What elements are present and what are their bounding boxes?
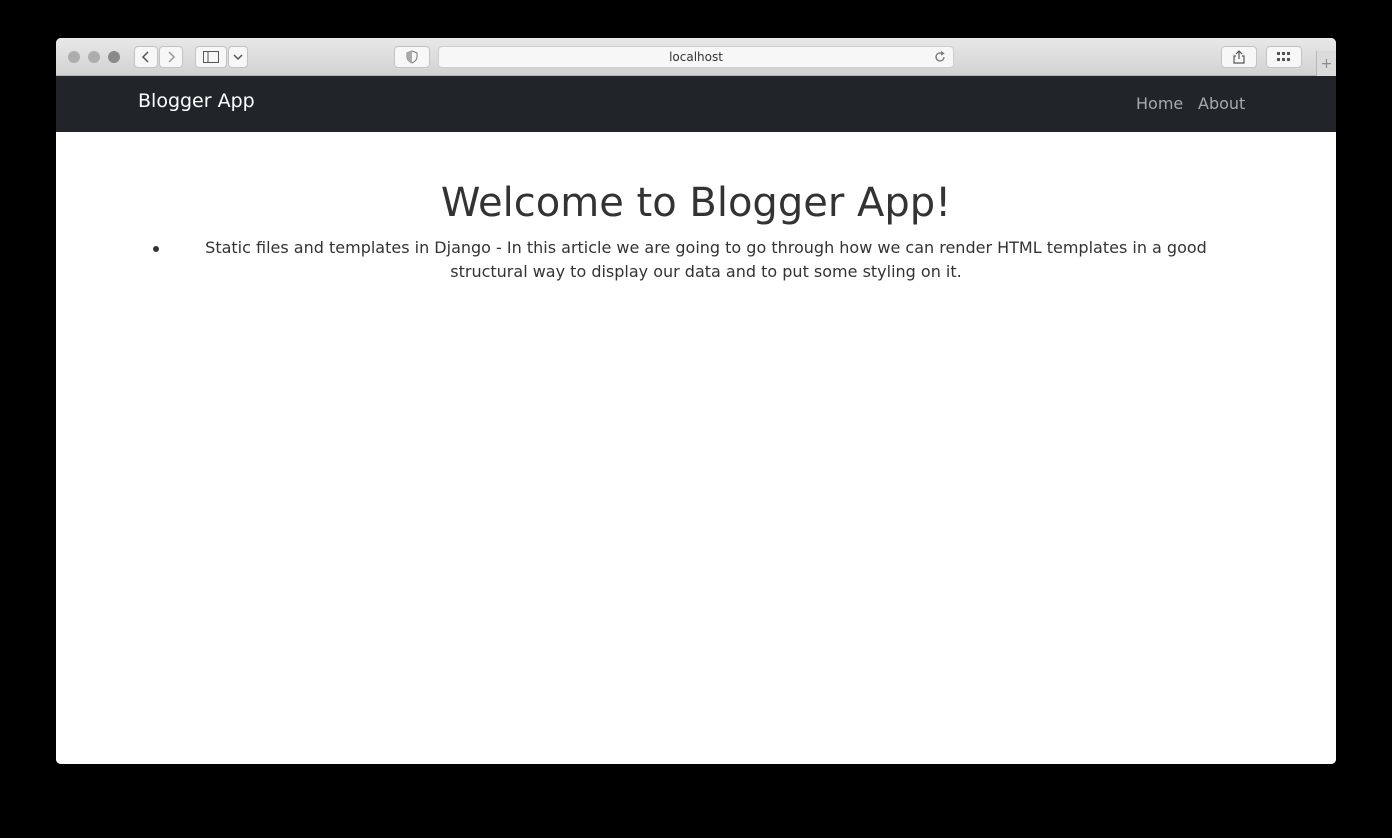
chevron-right-icon xyxy=(168,51,176,63)
nav-link-home[interactable]: Home xyxy=(1136,94,1183,113)
chevron-left-icon xyxy=(141,51,149,63)
sidebar-menu-button[interactable] xyxy=(228,46,248,68)
main-content: Welcome to Blogger App! Static files and… xyxy=(56,132,1336,764)
address-bar[interactable]: localhost xyxy=(438,46,954,68)
shield-icon xyxy=(406,50,418,64)
article-text: Static files and templates in Django - I… xyxy=(205,238,1207,281)
sidebar-toggle-button[interactable] xyxy=(195,46,227,68)
maximize-window-button[interactable] xyxy=(108,51,120,63)
url-text: localhost xyxy=(669,50,723,64)
reload-icon[interactable] xyxy=(933,50,947,64)
forward-button[interactable] xyxy=(159,46,183,68)
browser-toolbar: localhost + xyxy=(56,38,1336,76)
browser-window: localhost + Blogger App Home About Welco… xyxy=(56,38,1336,764)
close-window-button[interactable] xyxy=(68,51,80,63)
navbar-brand[interactable]: Blogger App xyxy=(138,90,255,112)
plus-icon: + xyxy=(1320,55,1333,72)
sidebar-icon xyxy=(203,51,219,63)
tab-overview-button[interactable] xyxy=(1266,46,1302,68)
list-item: Static files and templates in Django - I… xyxy=(146,236,1266,284)
privacy-shield-button[interactable] xyxy=(394,46,430,68)
grid-icon xyxy=(1277,52,1290,61)
article-list: Static files and templates in Django - I… xyxy=(146,236,1266,284)
new-tab-button[interactable]: + xyxy=(1316,51,1336,76)
share-button[interactable] xyxy=(1221,46,1257,68)
back-button[interactable] xyxy=(134,46,158,68)
chevron-down-icon xyxy=(233,54,243,61)
nav-link-about[interactable]: About xyxy=(1198,94,1245,113)
minimize-window-button[interactable] xyxy=(88,51,100,63)
page-title: Welcome to Blogger App! xyxy=(440,180,952,226)
bullet-icon xyxy=(153,246,159,252)
navbar: Blogger App Home About xyxy=(56,76,1336,132)
share-icon xyxy=(1233,50,1245,64)
